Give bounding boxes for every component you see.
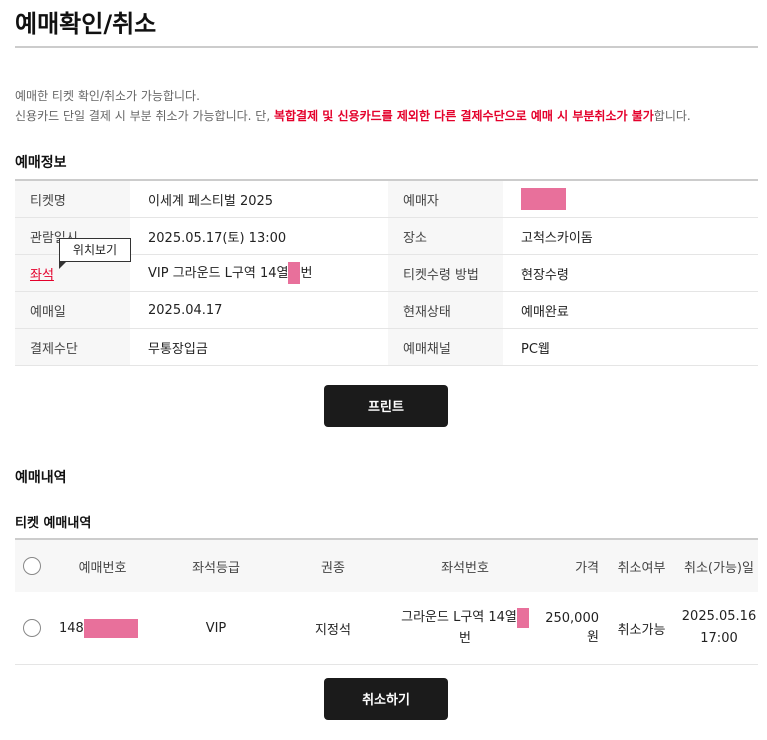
select-all-radio[interactable] <box>23 557 41 575</box>
info-label: 예매자 <box>388 179 503 218</box>
booking-date: 2025.04.17 <box>130 291 388 329</box>
history-header-row: 예매번호 좌석등급 권종 좌석번호 가격 취소여부 취소(가능)일 <box>15 538 758 592</box>
history-title: 예매내역 <box>15 470 67 486</box>
booking-info-title: 예매정보 <box>15 155 67 171</box>
info-label: 현재상태 <box>388 291 503 329</box>
table-row: 148 VIP 지정석 그라운드 L구역 14열 번 250,000원 취소가능 … <box>15 592 758 665</box>
column-header: 좌석번호 <box>390 538 540 592</box>
redacted-seat <box>516 607 529 628</box>
notice-warning: 복합결제 및 신용카드를 제외한 다른 결제수단으로 예매 시 부분취소가 불가 <box>273 109 654 123</box>
redacted-seat-number <box>288 262 301 285</box>
ticket-type: 지정석 <box>276 592 390 665</box>
column-header: 예매번호 <box>49 538 156 592</box>
seat-grade: VIP <box>156 592 276 665</box>
redacted-booker <box>521 188 566 210</box>
cancel-booking-button[interactable]: 취소하기 <box>324 678 448 720</box>
info-row: 예매일 2025.04.17 현재상태 예매완료 <box>15 291 758 329</box>
info-label: 장소 <box>388 217 503 255</box>
print-button[interactable]: 프린트 <box>324 385 448 427</box>
notice-line-2-prefix: 신용카드 단일 결제 시 부분 취소가 가능합니다. 단, <box>15 109 274 123</box>
info-row: 결제수단 무통장입금 예매채널 PC웹 <box>15 328 758 366</box>
booking-number: 148 <box>49 592 156 665</box>
booking-status: 예매완료 <box>503 291 758 329</box>
booker-name <box>503 179 758 218</box>
info-label: 티켓수령 방법 <box>388 254 503 292</box>
booking-number-prefix: 148 <box>59 620 84 636</box>
cancel-deadline-date: 2025.05.16 <box>681 609 757 624</box>
show-datetime: 2025.05.17(토) 13:00 <box>130 217 388 255</box>
seat-number: 그라운드 L구역 14열번 <box>390 592 540 665</box>
notice-line-1: 예매한 티켓 확인/취소가 가능합니다. <box>15 89 200 103</box>
column-header: 권종 <box>276 538 390 592</box>
seat-info: VIP 그라운드 L구역 14열 번 <box>130 254 388 292</box>
seat-number-prefix: 그라운드 L구역 14열 <box>401 610 517 625</box>
booking-channel: PC웹 <box>503 328 758 366</box>
notice-line-2-suffix: 합니다. <box>653 109 691 123</box>
seat-info-suffix: 번 <box>300 265 313 281</box>
payment-method: 무통장입금 <box>130 328 388 366</box>
booking-info-table: 티켓명 이세계 페스티벌 2025 예매자 관람일시 2025.05.17(토)… <box>15 179 758 366</box>
notice: 예매한 티켓 확인/취소가 가능합니다. 신용카드 단일 결제 시 부분 취소가… <box>15 86 691 126</box>
row-select-cell <box>15 592 49 665</box>
ticket-name: 이세계 페스티벌 2025 <box>130 179 388 218</box>
cancel-deadline: 2025.05.16 17:00 <box>680 592 758 665</box>
info-label: 예매채널 <box>388 328 503 366</box>
page-title: 예매확인/취소 <box>15 10 157 38</box>
info-label: 결제수단 <box>15 328 130 366</box>
row-select-radio[interactable] <box>23 619 41 637</box>
price: 250,000원 <box>540 592 603 665</box>
venue: 고척스카이돔 <box>503 217 758 255</box>
column-header: 취소여부 <box>603 538 680 592</box>
seat-number-suffix: 번 <box>459 631 471 646</box>
seat-location-tooltip: 위치보기 <box>59 238 131 269</box>
cancel-deadline-time: 17:00 <box>700 631 738 646</box>
redacted-booking-number <box>83 618 138 638</box>
column-header: 취소(가능)일 <box>680 538 758 592</box>
info-row: 티켓명 이세계 페스티벌 2025 예매자 <box>15 179 758 218</box>
column-header: 가격 <box>540 538 603 592</box>
cancel-status: 취소가능 <box>603 592 680 665</box>
booking-history-table: 예매번호 좌석등급 권종 좌석번호 가격 취소여부 취소(가능)일 148 VI… <box>15 538 758 665</box>
notice-line-2: 신용카드 단일 결제 시 부분 취소가 가능합니다. 단, 복합결제 및 신용카… <box>15 106 691 126</box>
history-subtitle: 티켓 예매내역 <box>15 516 92 531</box>
info-label: 예매일 <box>15 291 130 329</box>
seat-location-link[interactable]: 좌석 <box>30 268 54 283</box>
ticket-delivery: 현장수령 <box>503 254 758 292</box>
select-all-cell <box>15 538 49 592</box>
seat-info-prefix: VIP 그라운드 L구역 14열 <box>148 265 289 281</box>
title-divider <box>15 46 758 48</box>
column-header: 좌석등급 <box>156 538 276 592</box>
info-label: 티켓명 <box>15 179 130 218</box>
